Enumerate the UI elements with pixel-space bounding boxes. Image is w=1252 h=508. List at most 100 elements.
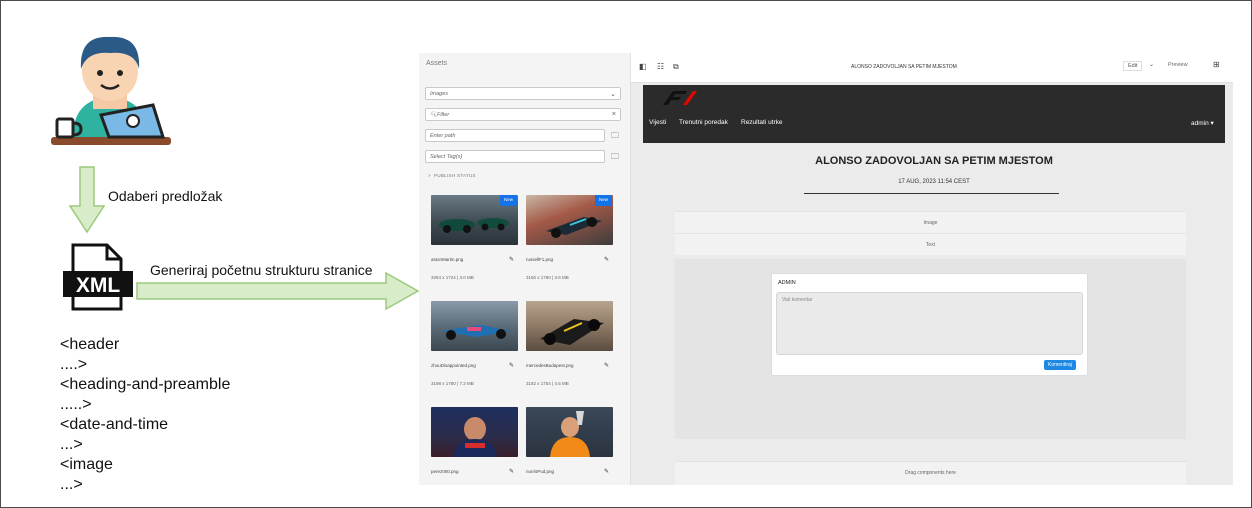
path-placeholder: Enter path [430, 133, 456, 139]
folder-icon[interactable]: 🗀︎ [608, 150, 622, 163]
tag-line: <header [60, 336, 120, 353]
assets-title: Assets [426, 60, 448, 67]
nav-link-standings[interactable]: Trenutni poredak [679, 119, 728, 126]
step-generate-structure-label: Generiraj početnu strukturu stranice [150, 262, 373, 278]
asset-card[interactable]: mercedesBudapest.png ✎ 3182 x 1754 | 4.5 … [526, 301, 613, 386]
preview-button[interactable]: Preview [1168, 62, 1188, 68]
text-component[interactable]: Text [675, 233, 1186, 255]
xml-file-icon: XML [63, 243, 133, 311]
asset-thumbnail [431, 301, 518, 351]
asset-thumbnail: New [526, 195, 613, 245]
annotations-icon[interactable]: ⧉ [673, 62, 679, 72]
edit-mode-button[interactable]: Edit [1123, 61, 1143, 71]
new-badge: New [594, 195, 612, 206]
admin-user-menu[interactable]: admin ▾ [1191, 119, 1214, 127]
asset-filename-text: astonMartin.png [431, 257, 464, 262]
tags-placeholder: Select Tag(s) [430, 154, 463, 160]
path-input[interactable]: Enter path [425, 129, 605, 142]
asset-card[interactable]: perez000.png ✎ [431, 407, 518, 475]
edit-pencil-icon[interactable]: ✎ [604, 362, 609, 369]
xml-icon-text: XML [76, 274, 121, 297]
asset-thumbnail [526, 301, 613, 351]
asset-type-select[interactable]: Images ⌄ [425, 87, 621, 100]
asset-filename-text: russellF1.png [526, 257, 554, 262]
article-heading: ALONSO ZADOVOLJAN SA PETIM MJESTOM [815, 155, 1053, 167]
asset-filename: perez000.png ✎ [431, 468, 518, 475]
asset-type-value: Images [430, 91, 449, 97]
f1-logo-icon [663, 91, 697, 105]
tags-input[interactable]: Select Tag(s) [425, 150, 605, 163]
page-body: ALONSO ZADOVOLJAN SA PETIM MJESTOM 17 AU… [643, 143, 1225, 485]
tag-line: ...> [60, 436, 83, 453]
asset-card[interactable]: zhouDisappointed.png ✎ 3198 x 1780 | 7.2 … [431, 301, 518, 386]
asset-meta: 3160 x 1780 | 3.6 MB [526, 275, 569, 280]
close-icon[interactable]: × [612, 111, 616, 118]
tag-line: <heading-and-preamble [60, 376, 231, 393]
filter-input[interactable]: 🔍︎Filter × [425, 108, 621, 121]
image-component[interactable]: Image [675, 211, 1186, 233]
nav-link-news[interactable]: Vijesti [649, 119, 666, 126]
asset-filename: norrisPod.png ✎ [526, 468, 613, 475]
edit-pencil-icon[interactable]: ✎ [509, 362, 514, 369]
asset-thumbnail: New [431, 195, 518, 245]
editor-main: ◧ ☷ ⧉ ALONSO ZADOVOLJAN SA PETIM MJESTOM… [631, 53, 1233, 485]
tag-line: ....> [60, 356, 88, 373]
properties-icon[interactable]: ☷ [657, 62, 664, 71]
driver-portrait-image [550, 411, 590, 457]
race-car-image [441, 325, 511, 340]
heading-divider [804, 193, 1059, 194]
side-panel-toggle-icon[interactable]: ◧ [639, 62, 647, 71]
site-header: Vijesti Trenutni poredak Rezultati utrke… [643, 85, 1225, 143]
document-title: ALONSO ZADOVOLJAN SA PETIM MJESTOM [851, 64, 957, 70]
driver-portrait-image [453, 417, 497, 457]
assets-panel: Assets Images ⌄ 🔍︎Filter × Enter path 🗀︎ S… [419, 53, 631, 485]
chevron-down-icon: ⌄ [610, 91, 616, 98]
asset-card[interactable]: norrisPod.png ✎ [526, 407, 613, 475]
asset-thumbnail [526, 407, 613, 457]
asset-card[interactable]: New astonMartin.png ✎ 3284 x 1724 | 3.0 M… [431, 195, 518, 280]
comment-placeholder: Vaš komentar [782, 297, 813, 303]
page-preview: Vijesti Trenutni poredak Rezultati utrke… [643, 85, 1225, 485]
asset-filename-text: norrisPod.png [526, 469, 555, 474]
asset-filename-text: zhouDisappointed.png [431, 363, 476, 368]
emulator-icon[interactable]: ⊞ [1213, 60, 1220, 69]
edit-pencil-icon[interactable]: ✎ [509, 256, 514, 263]
submit-comment-button[interactable]: Komentiraj [1044, 360, 1076, 370]
step-select-template-label: Odaberi predložak [108, 188, 223, 204]
article-date: 17 AUG, 2023 11:54 CEST [898, 179, 970, 185]
tag-line: <image [60, 456, 113, 473]
filter-placeholder: Filter [436, 112, 450, 118]
publish-status-label: PUBLISH STATUS [434, 173, 476, 178]
nav-link-results[interactable]: Rezultati utrke [741, 119, 783, 126]
asset-card[interactable]: New russellF1.png ✎ 3160 x 1780 | 3.6 MB [526, 195, 613, 280]
comment-textarea[interactable]: Vaš komentar [776, 292, 1083, 355]
asset-filename: mercedesBudapest.png ✎ [526, 362, 613, 369]
folder-icon[interactable]: 🗀︎ [608, 129, 622, 142]
asset-filename-text: mercedesBudapest.png [526, 363, 574, 368]
tag-line: ...> [60, 476, 83, 493]
publish-status-toggle[interactable]: > PUBLISH STATUS [428, 173, 476, 178]
asset-filename: russellF1.png ✎ [526, 256, 613, 263]
new-badge: New [499, 195, 517, 206]
edit-pencil-icon[interactable]: ✎ [509, 468, 514, 475]
asset-meta: 3284 x 1724 | 3.0 MB [431, 275, 474, 280]
cms-editor-screenshot: Assets Images ⌄ 🔍︎Filter × Enter path 🗀︎ S… [419, 53, 1233, 485]
tag-line: .....> [60, 396, 92, 413]
edit-pencil-icon[interactable]: ✎ [604, 468, 609, 475]
asset-filename: astonMartin.png ✎ [431, 256, 518, 263]
editor-toolbar: ◧ ☷ ⧉ ALONSO ZADOVOLJAN SA PETIM MJESTOM… [631, 53, 1233, 83]
comment-username: ADMIN [778, 280, 796, 286]
asset-meta: 3182 x 1754 | 4.5 MB [526, 381, 569, 386]
asset-meta: 3198 x 1780 | 7.2 MB [431, 381, 474, 386]
race-car-image [540, 319, 604, 345]
edit-pencil-icon[interactable]: ✎ [604, 256, 609, 263]
chevron-down-icon[interactable]: ⌄ [1149, 61, 1154, 68]
asset-thumbnail [431, 407, 518, 457]
tag-line: <date-and-time [60, 416, 169, 433]
drop-zone[interactable]: Drag components here [675, 461, 1186, 485]
diagram-frame: Odaberi predložak XML Generiraj početnu … [0, 0, 1252, 508]
structure-tag-list: <header ....> <heading-and-preamble ....… [60, 335, 230, 495]
comment-form: ADMIN Vaš komentar Komentiraj [771, 273, 1088, 376]
asset-filename-text: perez000.png [431, 469, 459, 474]
down-arrow [69, 166, 105, 234]
